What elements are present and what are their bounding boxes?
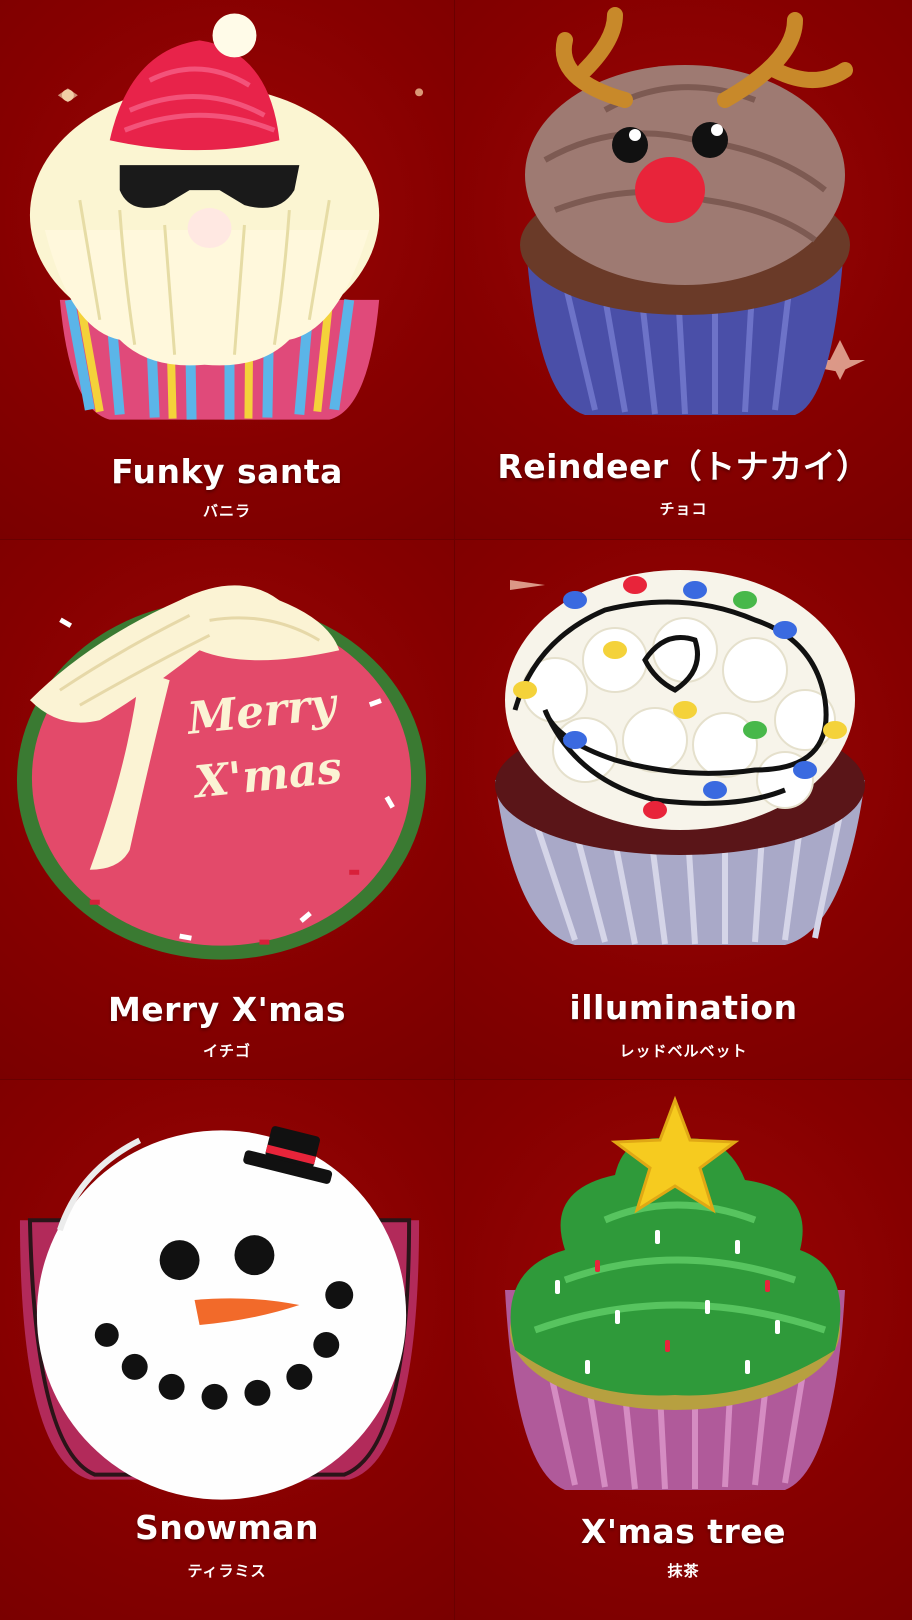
cupcake-name: Reindeer（トナカイ） (497, 447, 870, 486)
cupcake-card-funky-santa[interactable]: Funky santa バニラ (0, 0, 455, 540)
santa-cupcake-icon (29, 13, 424, 420)
illumination-cupcake-icon (495, 570, 865, 945)
snowman-cupcake-icon (19, 1126, 420, 1500)
xmas-tree-cupcake-icon (505, 1095, 845, 1490)
cupcake-menu-grid: Funky santa バニラ Reindeer（トナカイ） チョコ Merry… (0, 0, 912, 1620)
cupcake-flavor: レッドベルベット (619, 1042, 748, 1060)
cupcake-flavor: 抹茶 (667, 1562, 700, 1580)
cupcake-card-illumination[interactable]: illumination レッドベルベット (455, 540, 912, 1080)
cupcake-name: Funky santa (111, 452, 343, 491)
cupcake-name: illumination (569, 988, 798, 1027)
merry-xmas-piped-text: Merry X'mas (185, 678, 345, 809)
cupcake-flavor: ティラミス (187, 1562, 267, 1580)
cupcake-flavor: バニラ (202, 502, 251, 520)
cupcake-flavor: チョコ (659, 500, 708, 518)
cupcake-card-merry-xmas[interactable]: Merry X'mas Merry X'mas イチゴ (0, 540, 455, 1080)
cupcake-card-reindeer[interactable]: Reindeer（トナカイ） チョコ (455, 0, 912, 540)
reindeer-cupcake-icon (520, 7, 865, 415)
cupcake-flavor: イチゴ (202, 1042, 251, 1060)
cupcake-card-xmas-tree[interactable]: X'mas tree 抹茶 (455, 1080, 912, 1620)
cupcake-card-snowman[interactable]: Snowman ティラミス (0, 1080, 455, 1620)
cupcake-name: Merry X'mas (107, 990, 347, 1029)
cupcake-name: X'mas tree (580, 1512, 787, 1551)
cupcake-name: Snowman (134, 1508, 320, 1547)
